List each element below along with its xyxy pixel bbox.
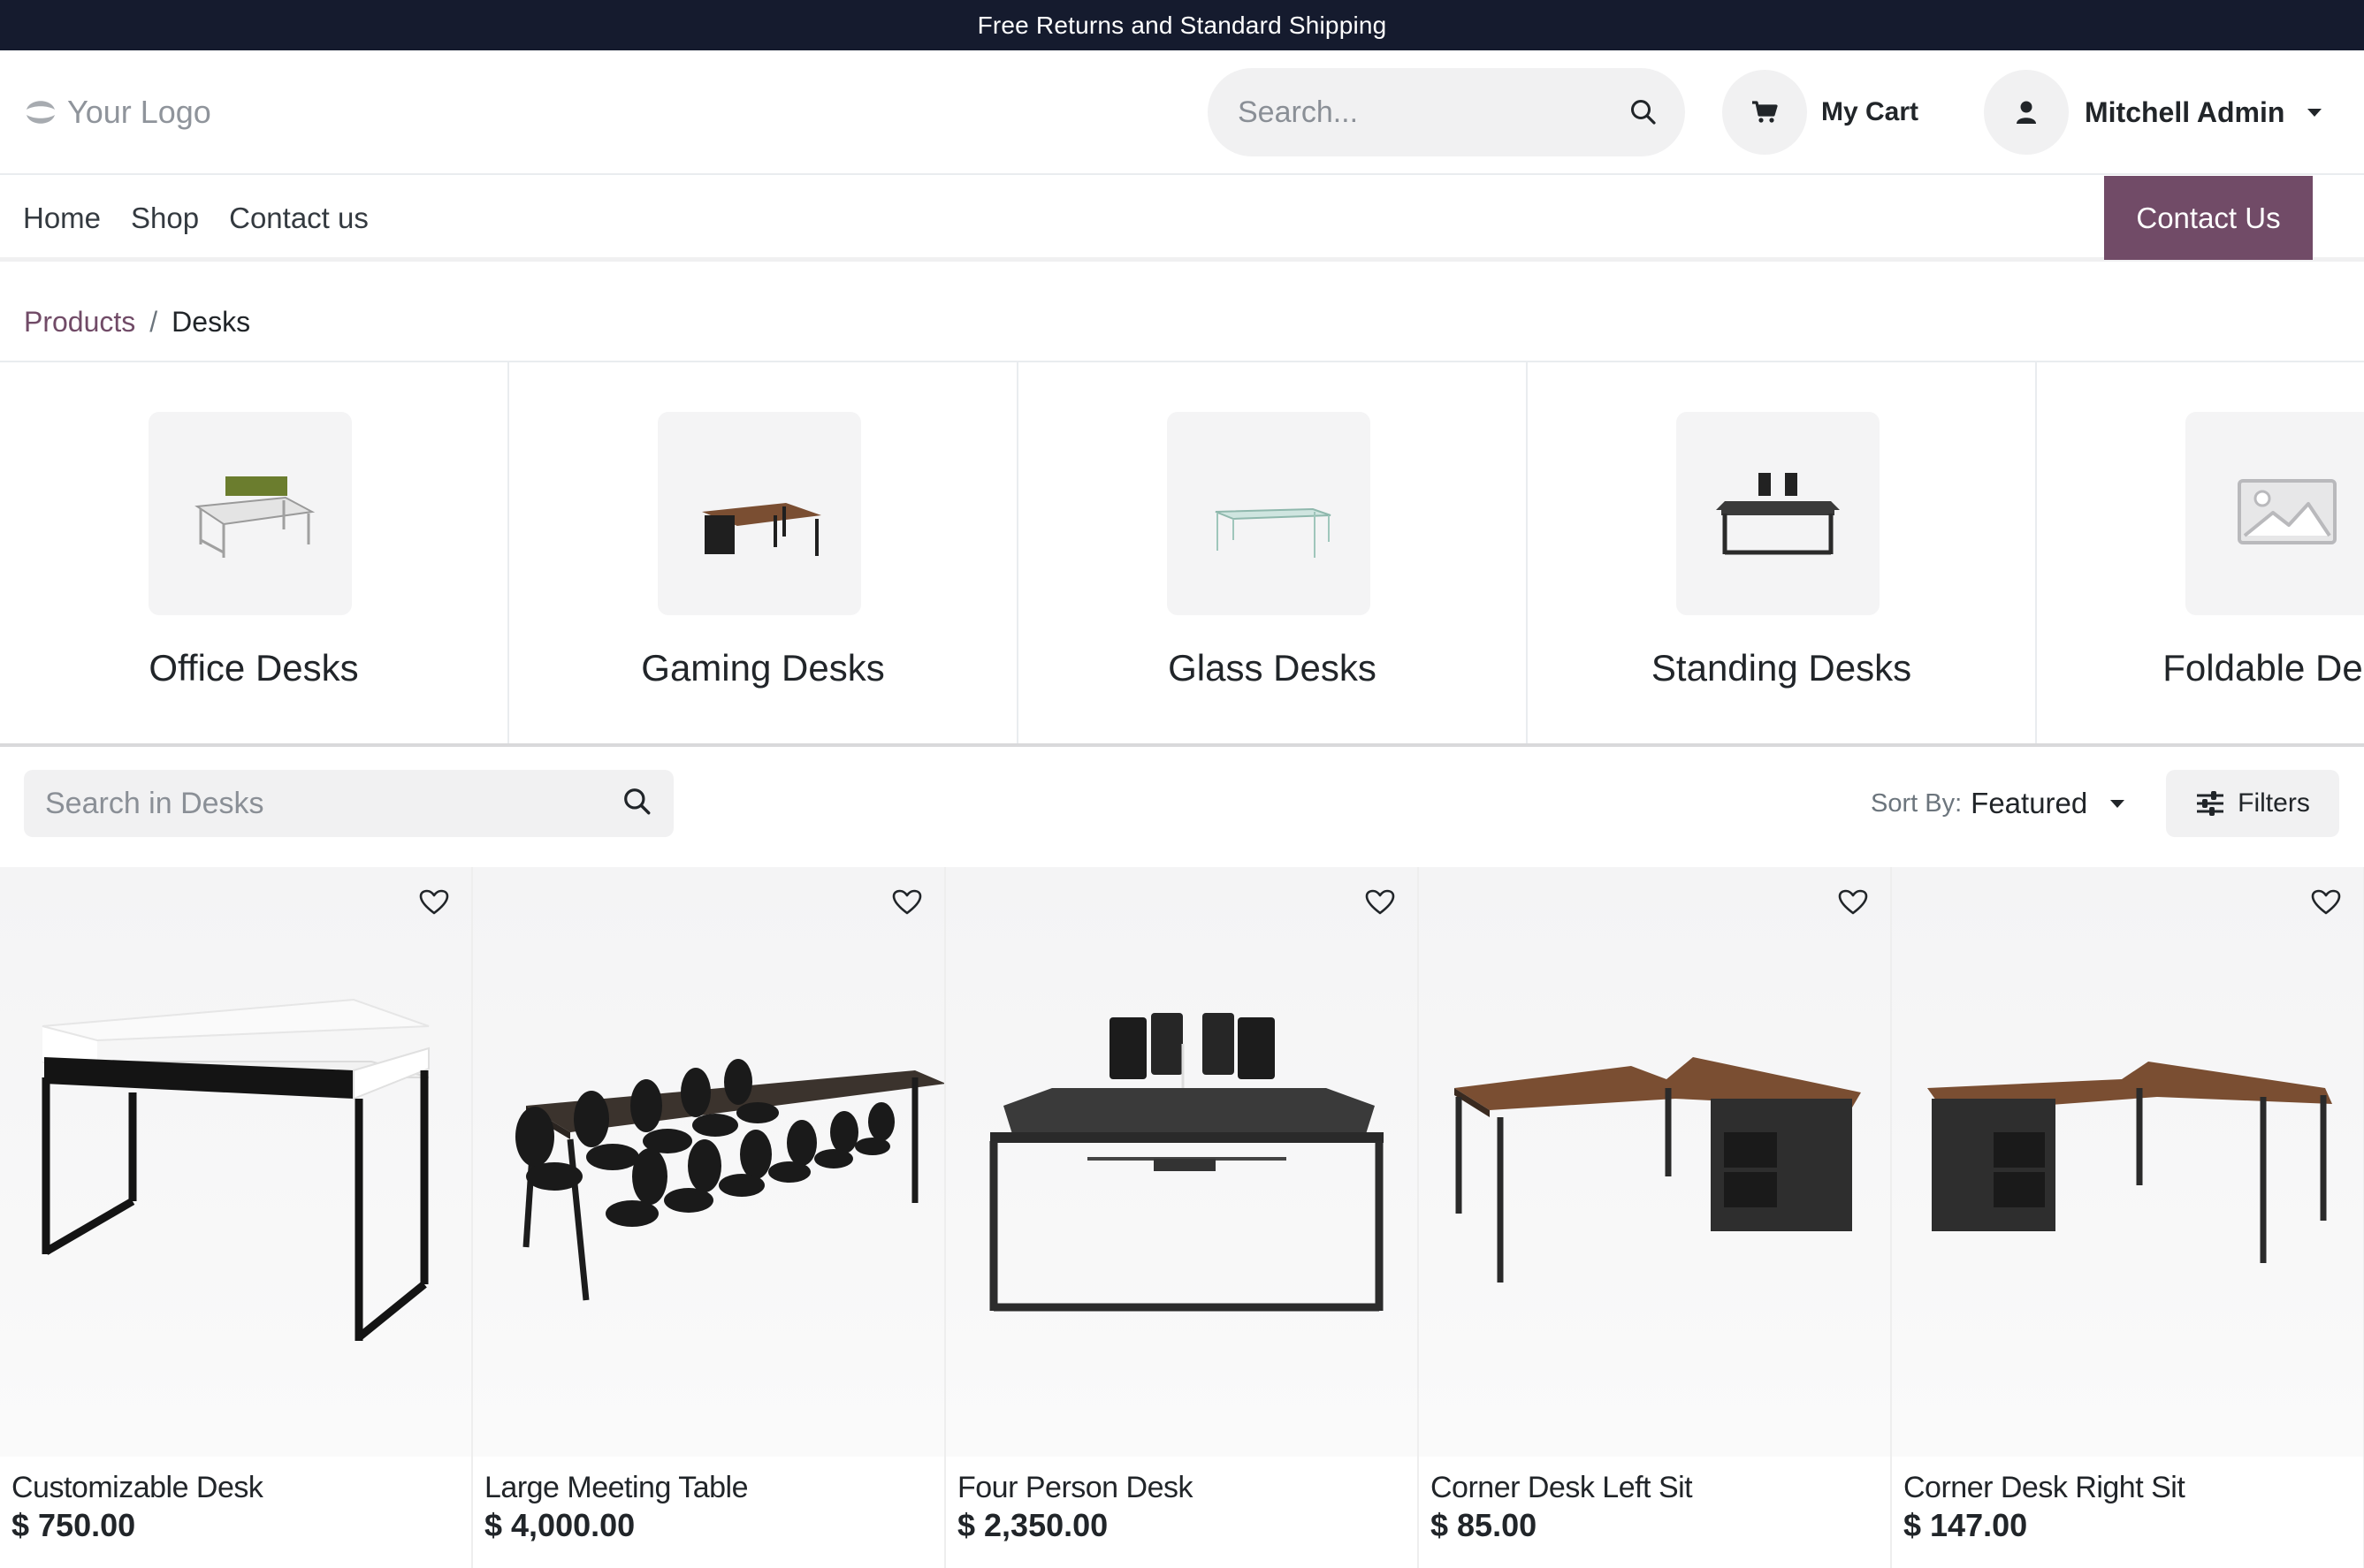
product-card[interactable]: Large Meeting Table $ 4,000.00	[473, 867, 946, 1568]
heart-icon[interactable]	[1361, 883, 1399, 922]
category-name: Glass Desks	[1168, 647, 1376, 689]
product-name[interactable]: Corner Desk Right Sit	[1903, 1471, 2185, 1505]
nav-link-shop[interactable]: Shop	[131, 202, 199, 235]
product-image[interactable]	[473, 867, 944, 1457]
site-search	[1208, 68, 1685, 156]
cart-button[interactable]: My Cart	[1722, 70, 1918, 155]
chevron-down-icon	[2307, 108, 2322, 117]
category-name: Gaming Desks	[641, 647, 885, 689]
category-foldable-desks[interactable]: Foldable Desks	[2037, 362, 2364, 743]
cart-label: My Cart	[1821, 97, 1919, 126]
office-desk-image	[149, 412, 352, 615]
heart-icon[interactable]	[415, 883, 454, 922]
breadcrumb-current: Desks	[172, 306, 251, 338]
filters-button[interactable]: Filters	[2166, 770, 2339, 837]
main-nav: Home Shop Contact us Contact Us	[0, 175, 2364, 262]
product-name[interactable]: Four Person Desk	[957, 1471, 1193, 1505]
heart-icon[interactable]	[1834, 883, 1872, 922]
search-icon[interactable]	[1629, 95, 1658, 130]
site-search-input[interactable]	[1238, 95, 1629, 130]
nav-links: Home Shop Contact us	[23, 175, 369, 262]
site-header: Your Logo My Cart Mitchell Admin	[0, 50, 2364, 175]
product-image[interactable]	[0, 867, 471, 1457]
category-gaming-desks[interactable]: Gaming Desks	[509, 362, 1018, 743]
category-office-desks[interactable]: Office Desks	[0, 362, 509, 743]
product-price: $ 4,000.00	[484, 1507, 636, 1543]
cart-icon	[1752, 101, 1778, 123]
user-name: Mitchell Admin	[2085, 95, 2285, 128]
product-image[interactable]	[1419, 867, 1890, 1457]
product-name[interactable]: Customizable Desk	[11, 1471, 263, 1505]
heart-icon[interactable]	[888, 883, 927, 922]
product-price: $ 85.00	[1430, 1507, 1537, 1543]
logo-icon	[27, 101, 55, 124]
product-card[interactable]: Four Person Desk $ 2,350.00	[946, 867, 1419, 1568]
heart-icon[interactable]	[2307, 883, 2345, 922]
product-card[interactable]: Customizable Desk $ 750.00	[0, 867, 473, 1568]
standing-desk-image	[1676, 412, 1880, 615]
product-name[interactable]: Large Meeting Table	[484, 1471, 748, 1505]
chevron-down-icon	[2110, 799, 2125, 808]
breadcrumb: Products / Desks	[24, 306, 250, 339]
product-name[interactable]: Corner Desk Left Sit	[1430, 1471, 1693, 1505]
breadcrumb-separator: /	[149, 306, 158, 338]
avatar	[1984, 70, 2069, 155]
category-name: Foldable Desks	[2162, 647, 2364, 689]
category-name: Standing Desks	[1651, 647, 1912, 689]
category-search	[24, 770, 674, 837]
sort-dropdown[interactable]: Sort By: Featured	[1871, 781, 2125, 826]
product-price: $ 750.00	[11, 1507, 136, 1543]
contact-us-button[interactable]: Contact Us	[2104, 176, 2313, 260]
nav-link-home[interactable]: Home	[23, 202, 101, 235]
user-menu[interactable]: Mitchell Admin	[1984, 70, 2322, 155]
search-icon[interactable]	[622, 787, 652, 821]
sort-label: Sort By:	[1871, 788, 1963, 818]
category-carousel: Office Desks Gaming Desks Glass Desks St…	[0, 361, 2364, 747]
product-card[interactable]: Corner Desk Right Sit $ 147.00	[1892, 867, 2364, 1568]
announcement-bar: Free Returns and Standard Shipping	[0, 0, 2364, 50]
announcement-text: Free Returns and Standard Shipping	[977, 11, 1387, 39]
product-image[interactable]	[946, 867, 1417, 1457]
product-card[interactable]: Corner Desk Left Sit $ 85.00	[1419, 867, 1892, 1568]
breadcrumb-products[interactable]: Products	[24, 306, 135, 339]
logo-text: Your Logo	[67, 94, 211, 130]
user-icon	[2017, 101, 2036, 124]
product-image[interactable]	[1892, 867, 2363, 1457]
product-price: $ 147.00	[1903, 1507, 2028, 1543]
glass-desk-image	[1167, 412, 1370, 615]
placeholder-image	[2185, 412, 2364, 615]
nav-link-contact[interactable]: Contact us	[229, 202, 369, 235]
category-standing-desks[interactable]: Standing Desks	[1528, 362, 2037, 743]
sliders-icon	[2197, 791, 2224, 816]
filters-label: Filters	[2238, 788, 2310, 818]
product-grid: Customizable Desk $ 750.00 Large Meeting…	[0, 867, 2364, 1568]
category-search-input[interactable]	[45, 786, 622, 821]
sort-value: Featured	[1971, 787, 2088, 819]
cart-icon-wrap	[1722, 70, 1807, 155]
product-price: $ 2,350.00	[957, 1507, 1109, 1543]
category-glass-desks[interactable]: Glass Desks	[1018, 362, 1528, 743]
gaming-desk-image	[658, 412, 861, 615]
site-logo[interactable]: Your Logo	[23, 89, 211, 135]
category-name: Office Desks	[149, 647, 359, 689]
